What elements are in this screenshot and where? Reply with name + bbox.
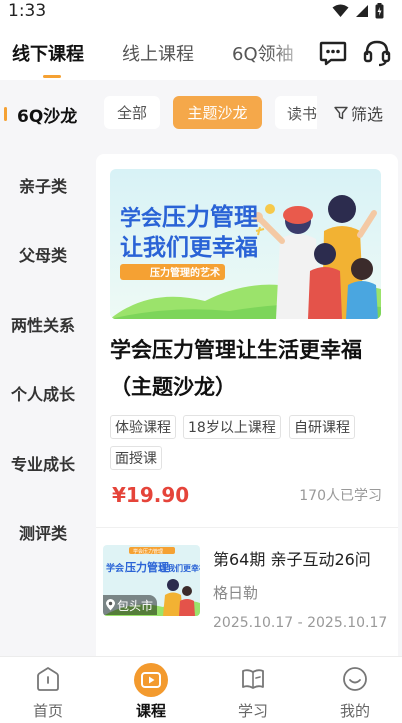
category-marker (4, 107, 7, 121)
play-icon (134, 663, 168, 697)
active-tab-indicator (43, 75, 61, 78)
filter-label: 筛选 (351, 105, 384, 124)
nav-label: 学习 (237, 702, 268, 720)
nav-home[interactable]: 首页 (8, 657, 88, 723)
tab-offline-courses[interactable]: 线下课程 (12, 40, 84, 66)
course-price: ¥19.90 (112, 483, 190, 507)
status-time: 1:33 (8, 1, 47, 21)
thumb-text-a: 学会 (106, 562, 125, 573)
course-banner[interactable]: 学会 压力管理 让我们更幸福 压力管理的艺术 (110, 169, 381, 319)
sidebar-item-assessment[interactable]: 测评类 (0, 520, 86, 544)
chip-label: 读书 (287, 105, 317, 123)
status-bar: 1:33 (0, 0, 402, 24)
chip-all[interactable]: 全部 (104, 96, 160, 129)
learner-count: 170人已学习 (299, 488, 382, 504)
home-icon (37, 667, 59, 691)
course-tag: 体验课程 (110, 415, 176, 439)
course2-title[interactable]: 第64期 亲子互动26问 (213, 546, 371, 570)
sidebar-item-professional-growth[interactable]: 专业成长 (0, 451, 86, 475)
headset-icon[interactable] (362, 38, 392, 68)
chip-reading[interactable]: 读书 (275, 96, 317, 129)
filter-button[interactable]: 筛选 (334, 101, 383, 125)
nav-learning[interactable]: 学习 (213, 657, 293, 723)
location-badge: 包头市 (103, 595, 158, 615)
bottom-nav: 首页 课程 学习 我的 (0, 656, 402, 723)
location-pin-icon (106, 599, 115, 611)
course-tag: 18岁以上课程 (183, 415, 281, 439)
battery-icon (375, 3, 384, 19)
nav-label: 首页 (32, 702, 63, 720)
top-tab-bar: 线下课程 线上课程 6Q领袖 (0, 28, 402, 80)
sidebar-item-parent-child[interactable]: 亲子类 (0, 173, 86, 197)
nav-courses[interactable]: 课程 (111, 657, 191, 723)
banner-text-1a: 学会 (120, 206, 162, 230)
signal-icon (356, 5, 368, 17)
thumb-text-c: 让我们更幸福 (159, 563, 200, 573)
chip-label: 主题沙龙 (187, 104, 248, 122)
course2-date: 2025.10.17 - 2025.10.17 (213, 615, 388, 631)
course2-subtitle: 格日勒 (213, 584, 259, 602)
wifi-icon (332, 4, 349, 17)
book-icon (242, 669, 264, 689)
course-tag: 自研课程 (289, 415, 355, 439)
message-icon[interactable] (318, 38, 348, 68)
location-text: 包头市 (117, 598, 154, 613)
chip-theme-salon[interactable]: 主题沙龙 (173, 96, 262, 129)
category-sidebar: 亲子类 父母类 两性关系 个人成长 专业成长 测评类 (0, 146, 86, 656)
course-title[interactable]: 学会压力管理让生活更幸福（主题沙龙） (110, 332, 390, 406)
banner-tag-text: 压力管理的艺术 (150, 266, 220, 279)
sidebar-item-personal-growth[interactable]: 个人成长 (0, 381, 86, 405)
banner-art: 学会 压力管理 让我们更幸福 压力管理的艺术 (110, 169, 381, 319)
tab-online-courses[interactable]: 线上课程 (122, 40, 194, 66)
nav-label: 课程 (135, 702, 166, 720)
thumb-top-text: 学会压力管理 (133, 548, 163, 555)
sidebar-item-relationships[interactable]: 两性关系 (0, 312, 86, 336)
banner-text-2: 让我们更幸福 (120, 234, 258, 260)
course-thumbnail[interactable]: 学会压力管理 学会 压力管理 让我们更幸福 包头市 (103, 545, 200, 616)
course-list: 学会 压力管理 让我们更幸福 压力管理的艺术 学会压力管理让生活更幸福（主题沙龙… (86, 146, 402, 656)
tab-fade (268, 28, 312, 80)
nav-profile[interactable]: 我的 (315, 657, 395, 723)
smile-icon (343, 667, 367, 691)
category-title: 6Q沙龙 (17, 107, 78, 127)
status-icons (332, 3, 384, 19)
banner-text-1b: 压力管理 (162, 203, 258, 231)
divider (96, 527, 398, 528)
chip-label: 全部 (116, 104, 147, 122)
sidebar-item-parents[interactable]: 父母类 (0, 242, 86, 266)
course-tag: 面授课 (110, 446, 162, 470)
nav-label: 我的 (339, 702, 370, 720)
funnel-icon (334, 106, 348, 120)
